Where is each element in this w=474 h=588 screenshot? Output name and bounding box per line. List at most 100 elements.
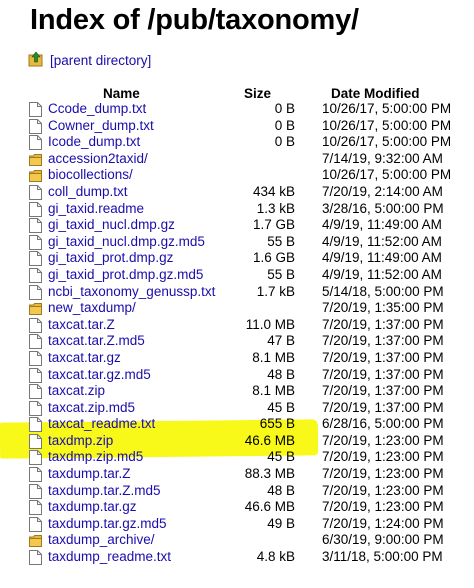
date-modified: 7/20/19, 1:23:00 PM	[322, 466, 444, 482]
file-link[interactable]: Icode_dump.txt	[48, 134, 140, 151]
file-listing-table: Ccode_dump.txt 0 B 10/26/17, 5:00:00 PM Cow…	[0, 101, 474, 566]
file-link[interactable]: Ccode_dump.txt	[48, 101, 146, 118]
date-modified: 7/14/19, 9:32:00 AM	[322, 150, 443, 166]
file-link[interactable]: taxdmp.zip.md5	[48, 449, 143, 466]
page-title: Index of /pub/taxonomy/	[30, 4, 359, 36]
file-icon	[29, 201, 42, 217]
file-size: 45 B	[267, 449, 295, 465]
folder-icon	[29, 152, 42, 167]
table-row: gi_taxid_nucl.dmp.gz 1.7 GB 4/9/19, 11:49:…	[0, 217, 474, 234]
file-icon	[29, 234, 42, 250]
file-link[interactable]: taxcat.zip	[48, 383, 105, 400]
file-icon	[29, 350, 42, 366]
date-modified: 7/20/19, 1:35:00 PM	[322, 300, 444, 316]
date-modified: 6/28/16, 5:00:00 PM	[322, 416, 444, 432]
file-icon	[29, 317, 42, 333]
table-row: Ccode_dump.txt 0 B 10/26/17, 5:00:00 PM	[0, 101, 474, 118]
file-link[interactable]: gi_taxid_nucl.dmp.gz.md5	[48, 234, 205, 251]
date-modified: 7/20/19, 1:37:00 PM	[322, 349, 444, 365]
file-link[interactable]: Cowner_dump.txt	[48, 118, 154, 135]
file-link[interactable]: taxdump.tar.Z	[48, 466, 131, 483]
file-link[interactable]: taxcat.tar.gz	[48, 350, 121, 367]
folder-link[interactable]: new_taxdump/	[48, 300, 136, 317]
file-size: 1.3 kB	[256, 200, 295, 216]
file-icon	[29, 500, 42, 516]
file-icon	[29, 284, 42, 300]
file-link[interactable]: taxdmp.zip	[48, 433, 113, 450]
parent-directory-icon[interactable]	[28, 51, 44, 70]
file-link[interactable]: gi_taxid.readme	[48, 201, 144, 218]
date-modified: 6/30/19, 9:00:00 PM	[322, 532, 444, 548]
date-modified: 4/9/19, 11:52:00 AM	[322, 266, 442, 282]
table-row: taxcat.tar.Z 11.0 MB 7/20/19, 1:37:00 PM	[0, 317, 474, 334]
file-icon	[29, 516, 42, 532]
file-link[interactable]: gi_taxid_nucl.dmp.gz	[48, 217, 175, 234]
file-size: 655 B	[259, 416, 295, 432]
file-link[interactable]: taxcat.tar.gz.md5	[48, 367, 151, 384]
table-row: taxcat.zip 8.1 MB 7/20/19, 1:37:00 PM	[0, 383, 474, 400]
file-link[interactable]: taxcat.tar.Z	[48, 317, 115, 334]
table-row: Cowner_dump.txt 0 B 10/26/17, 5:00:00 PM	[0, 118, 474, 135]
file-icon	[29, 450, 42, 466]
folder-icon	[29, 301, 42, 316]
file-icon	[29, 102, 42, 117]
file-link[interactable]: taxcat.tar.Z.md5	[48, 333, 145, 350]
file-link[interactable]: taxdump_readme.txt	[48, 549, 171, 566]
table-row: ncbi_taxonomy_genussp.txt 1.7 kB 5/14/18, …	[0, 284, 474, 301]
table-row: taxdmp.zip.md5 45 B 7/20/19, 1:23:00 PM	[0, 449, 474, 466]
folder-link[interactable]: accession2taxid/	[48, 151, 148, 168]
file-size: 48 B	[267, 482, 295, 498]
table-row: taxdmp.zip 46.6 MB 7/20/19, 1:23:00 PM	[0, 433, 474, 450]
file-size: 55 B	[267, 233, 295, 249]
file-link[interactable]: taxdump.tar.gz	[48, 499, 137, 516]
column-header-name[interactable]: Name	[103, 86, 140, 101]
table-row: taxcat_readme.txt 655 B 6/28/16, 5:00:00 P…	[0, 416, 474, 433]
table-row: biocollections/10/26/17, 5:00:00 PM	[0, 167, 474, 184]
date-modified: 10/26/17, 5:00:00 PM	[322, 117, 452, 133]
file-size: 48 B	[267, 366, 295, 382]
parent-directory-row[interactable]: [parent directory]	[28, 51, 151, 70]
file-icon	[29, 433, 42, 449]
date-modified: 10/26/17, 5:00:00 PM	[322, 167, 452, 183]
file-size: 0 B	[274, 134, 295, 150]
date-modified: 7/20/19, 1:24:00 PM	[322, 515, 444, 531]
folder-link[interactable]: taxdump_archive/	[48, 532, 155, 549]
file-link[interactable]: taxdump.tar.Z.md5	[48, 483, 161, 500]
file-icon	[29, 334, 42, 350]
date-modified: 4/9/19, 11:52:00 AM	[322, 233, 442, 249]
date-modified: 7/20/19, 1:37:00 PM	[322, 399, 444, 415]
date-modified: 7/20/19, 1:37:00 PM	[322, 333, 444, 349]
file-icon	[29, 417, 42, 433]
date-modified: 7/20/19, 1:23:00 PM	[322, 432, 444, 448]
table-row: gi_taxid_prot.dmp.gz.md5 55 B 4/9/19, 11:5…	[0, 267, 474, 284]
parent-directory-link[interactable]: [parent directory]	[50, 53, 151, 68]
file-icon	[29, 483, 42, 499]
table-row: taxcat.tar.gz.md5 48 B 7/20/19, 1:37:00 PM	[0, 367, 474, 384]
date-modified: 5/14/18, 5:00:00 PM	[322, 283, 444, 299]
table-row: taxcat.tar.gz 8.1 MB 7/20/19, 1:37:00 PM	[0, 350, 474, 367]
file-link[interactable]: gi_taxid_prot.dmp.gz	[48, 250, 173, 267]
table-row: gi_taxid_nucl.dmp.gz.md5 55 B 4/9/19, 11:5…	[0, 234, 474, 251]
file-icon	[29, 367, 42, 383]
file-link[interactable]: ncbi_taxonomy_genussp.txt	[48, 284, 215, 301]
column-header-size[interactable]: Size	[244, 86, 271, 101]
file-link[interactable]: taxcat.zip.md5	[48, 400, 135, 417]
file-icon	[29, 467, 42, 483]
table-row: taxdump.tar.gz.md5 49 B 7/20/19, 1:24:00 P…	[0, 516, 474, 533]
file-link[interactable]: taxdump.tar.gz.md5	[48, 516, 167, 533]
column-header-date-modified[interactable]: Date Modified	[331, 86, 420, 101]
table-row: gi_taxid.readme 1.3 kB 3/28/16, 5:00:00 PM	[0, 201, 474, 218]
file-link[interactable]: gi_taxid_prot.dmp.gz.md5	[48, 267, 203, 284]
date-modified: 7/20/19, 1:37:00 PM	[322, 316, 444, 332]
date-modified: 7/20/19, 1:23:00 PM	[322, 482, 444, 498]
file-link[interactable]: taxcat_readme.txt	[48, 416, 155, 433]
folder-link[interactable]: biocollections/	[48, 167, 133, 184]
date-modified: 7/20/19, 1:37:00 PM	[322, 383, 444, 399]
file-icon	[29, 384, 42, 400]
file-size: 1.6 GB	[252, 250, 295, 266]
file-icon	[29, 550, 42, 566]
file-size: 46.6 MB	[244, 432, 295, 448]
file-link[interactable]: coll_dump.txt	[48, 184, 128, 201]
file-size: 45 B	[267, 399, 295, 415]
date-modified: 7/20/19, 1:37:00 PM	[322, 366, 444, 382]
